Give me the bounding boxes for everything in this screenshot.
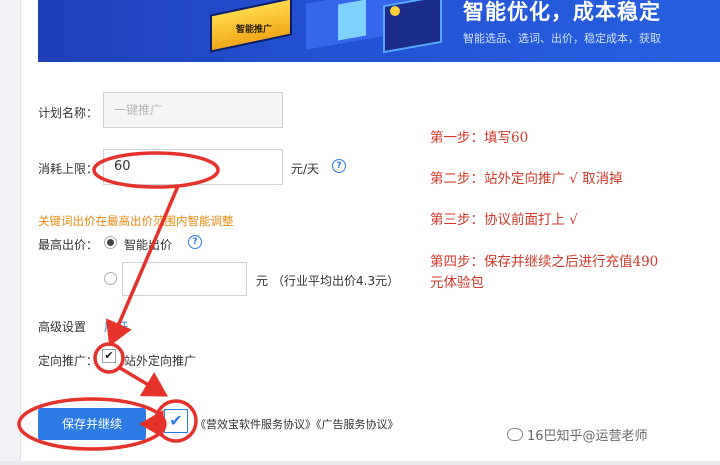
arrow-to-agreement-checkbox <box>119 366 169 397</box>
banner-title: 智能优化，成本稳定 <box>463 0 661 24</box>
banner-subtitle: 智能选品、选词、出价，稳定成本，获取 <box>463 32 661 45</box>
watermark: 16巴知乎@运营老师 <box>507 425 648 444</box>
offsite-targeting-checkbox[interactable]: ✔ <box>102 349 116 363</box>
banner-tag-text: 智能推广 <box>236 25 273 35</box>
budget-input[interactable]: 60 <box>103 149 283 185</box>
wechat-icon <box>507 428 523 441</box>
targeting-label: 定向推广： <box>38 354 99 368</box>
banner-illustration-screen <box>338 0 366 41</box>
annotation-overlay <box>17 151 220 451</box>
budget-label: 消耗上限： <box>38 162 99 176</box>
annotation-step-4-line2: 元体验包 <box>430 275 484 291</box>
left-frame-border <box>0 0 21 465</box>
annotation-step-2: 第二步：站外定向推广 √ 取消掉 <box>430 171 623 187</box>
annotation-step-1: 第一步：填写60 <box>430 130 529 146</box>
max-bid-label: 最高出价： <box>38 238 99 252</box>
bottom-frame-border <box>0 461 720 465</box>
save-and-continue-button[interactable]: 保存并继续 <box>38 408 146 440</box>
watermark-text: 16巴知乎@运营老师 <box>527 429 648 444</box>
budget-help-icon[interactable]: ? <box>332 159 346 173</box>
custom-bid-hint: （行业平均出价4.3元） <box>272 274 400 288</box>
expand-link[interactable]: 展开 <box>104 318 128 335</box>
smart-bid-label[interactable]: 智能出价 <box>124 236 172 253</box>
keyword-bid-notice: 关键词出价在最高出价范围内智能调整 <box>38 214 234 228</box>
banner-illustration-tag: 智能推广 <box>210 0 292 53</box>
agreement-links[interactable]: 《营效宝软件服务协议》《广告服务协议》 <box>195 416 399 432</box>
budget-unit: 元/天 <box>291 162 320 176</box>
advanced-settings-label: 高级设置 <box>38 320 87 334</box>
custom-bid-input[interactable] <box>122 262 247 296</box>
check-icon: ✔ <box>104 349 114 362</box>
offsite-targeting-label[interactable]: 站外定向推广 <box>124 352 196 369</box>
custom-bid-unit: 元 <box>256 274 269 288</box>
smart-bid-radio[interactable] <box>104 236 117 249</box>
agreement-checkbox[interactable]: ✔ <box>164 409 188 433</box>
banner-illustration-dot <box>390 6 400 16</box>
plan-name-input: 一键推广 <box>103 92 283 128</box>
check-icon: ✔ <box>169 411 183 430</box>
annotation-step-3: 第三步：协议前面打上 √ <box>430 212 578 228</box>
annotation-step-4-line1: 第四步：保存并继续之后进行充值490 <box>430 254 659 270</box>
custom-bid-radio[interactable] <box>104 272 117 285</box>
promo-banner: 智能推广 智能优化，成本稳定 智能选品、选词、出价，稳定成本，获取 <box>38 0 720 62</box>
plan-name-label: 计划名称： <box>38 106 99 120</box>
smart-bid-help-icon[interactable]: ? <box>188 235 202 249</box>
